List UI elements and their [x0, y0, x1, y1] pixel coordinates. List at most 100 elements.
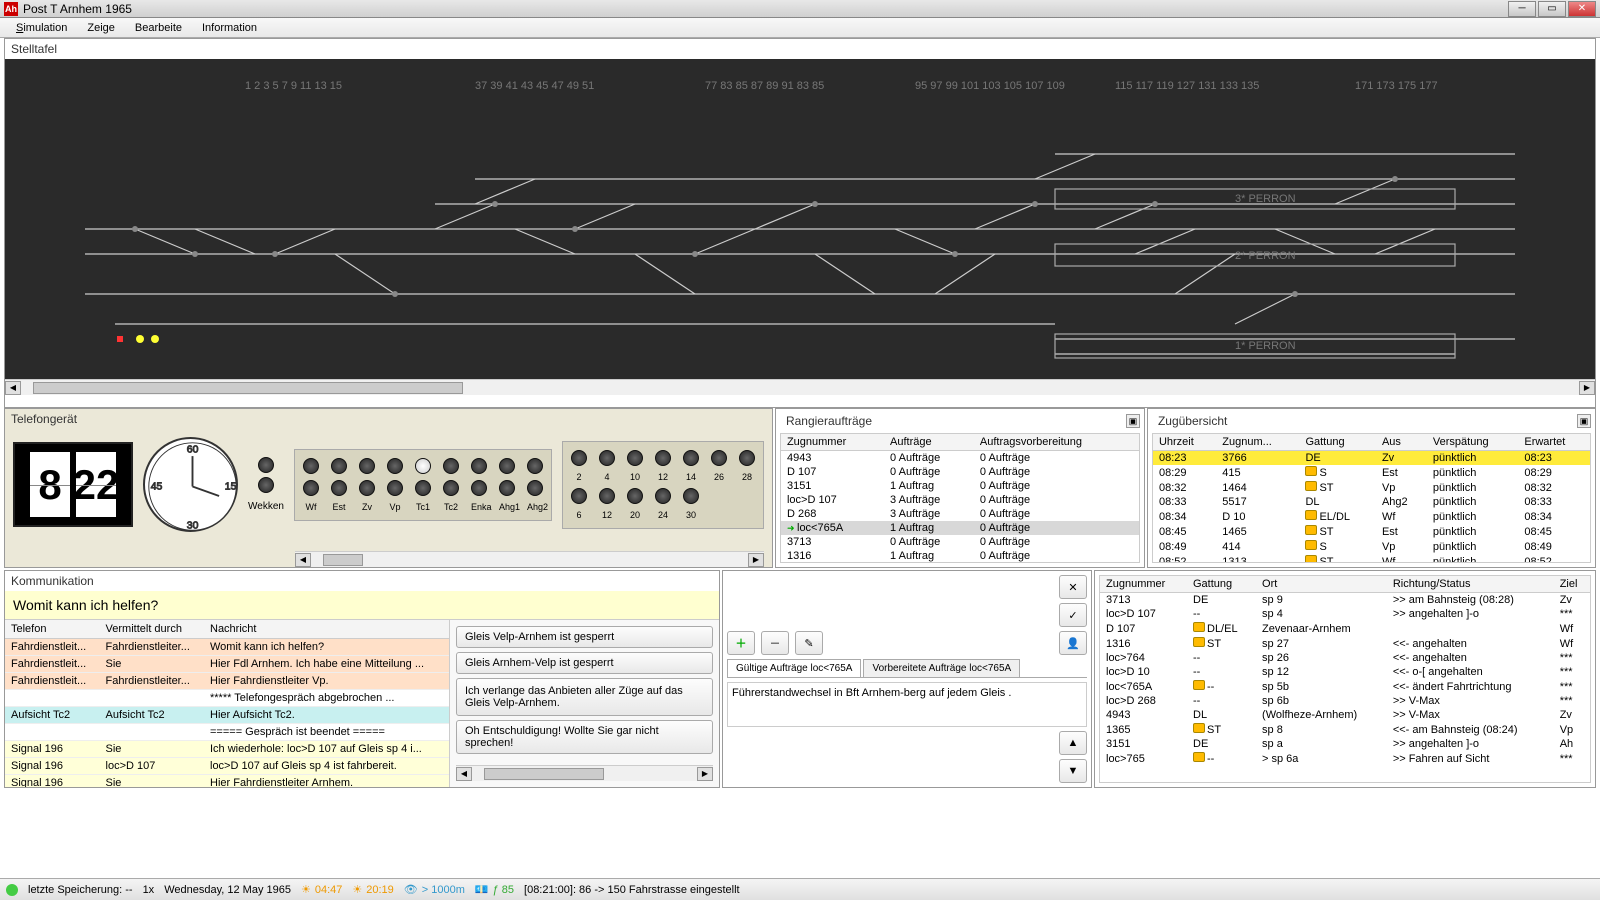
peg-lamp[interactable]: [683, 450, 699, 466]
col-header[interactable]: Auftragsvorbereitung: [974, 434, 1139, 451]
move-up-button[interactable]: ▲: [1059, 731, 1087, 755]
komm-action-button[interactable]: Oh Entschuldigung! Wollte Sie gar nicht …: [456, 720, 713, 754]
menu-bearbeite[interactable]: Bearbeite: [125, 20, 192, 36]
table-row[interactable]: loc>D 10--sp 12<<- o-[ angehalten***: [1100, 665, 1590, 679]
peg-lamp[interactable]: [303, 480, 319, 496]
peg-lamp[interactable]: [655, 450, 671, 466]
log-row[interactable]: Signal 196SieHier Fahrdienstleiter Arnhe…: [5, 775, 449, 788]
scroll-right-arrow[interactable]: ▶: [1579, 381, 1595, 395]
col-header[interactable]: Ziel: [1554, 576, 1590, 593]
peg-lamp[interactable]: [387, 480, 403, 496]
table-row[interactable]: 1365STsp 8<<- am Bahnsteig (08:24)Vp: [1100, 722, 1590, 737]
table-row[interactable]: 31511 Auftrag0 Aufträge: [781, 479, 1139, 493]
tab-vorbereitete[interactable]: Vorbereitete Aufträge loc<765A: [863, 659, 1020, 677]
zug-close[interactable]: ▣: [1577, 414, 1591, 428]
remove-order-button[interactable]: －: [761, 631, 789, 655]
col-header[interactable]: Aufträge: [884, 434, 974, 451]
table-row[interactable]: 08:29415SEstpünktlich08:29: [1153, 465, 1590, 480]
peg-lamp[interactable]: [331, 480, 347, 496]
rangier-table[interactable]: ZugnummerAufträgeAuftragsvorbereitung494…: [780, 433, 1140, 563]
peg-lamp[interactable]: [471, 458, 487, 474]
col-header[interactable]: Zugnum...: [1216, 434, 1299, 451]
peg-lamp[interactable]: [683, 488, 699, 504]
peg-lamp[interactable]: [599, 450, 615, 466]
add-order-button[interactable]: ＋: [727, 631, 755, 655]
col-header[interactable]: Aus: [1376, 434, 1427, 451]
close-button[interactable]: ✕: [1568, 1, 1596, 17]
col-header[interactable]: Gattung: [1299, 434, 1375, 451]
table-row[interactable]: 08:321464STVppünktlich08:32: [1153, 480, 1590, 495]
peg-lamp[interactable]: [443, 458, 459, 474]
actions-scroll[interactable]: ◀▶: [456, 765, 713, 781]
table-row[interactable]: 37130 Aufträge0 Aufträge: [781, 535, 1139, 549]
komm-action-button[interactable]: Gleis Arnhem-Velp ist gesperrt: [456, 652, 713, 674]
table-row[interactable]: loc>D 1073 Aufträge0 Aufträge: [781, 493, 1139, 507]
col-header[interactable]: Telefon: [5, 620, 100, 639]
log-row[interactable]: ===== Gespräch ist beendet =====: [5, 724, 449, 741]
table-row[interactable]: 13161 Auftrag0 Aufträge: [781, 549, 1139, 563]
log-row[interactable]: Fahrdienstleit...SieHier Fdl Arnhem. Ich…: [5, 656, 449, 673]
table-row[interactable]: 08:521313STWfpünktlich08:52: [1153, 554, 1590, 563]
peg-lamp[interactable]: [331, 458, 347, 474]
cancel-order-button[interactable]: ✕: [1059, 575, 1087, 599]
peg-lamp[interactable]: [499, 480, 515, 496]
peg-lamp[interactable]: [387, 458, 403, 474]
peg-lamp[interactable]: [527, 458, 543, 474]
table-row[interactable]: 3713DEsp 9>> am Bahnsteig (08:28)Zv: [1100, 593, 1590, 608]
col-header[interactable]: Uhrzeit: [1153, 434, 1216, 451]
peg-lamp[interactable]: [571, 488, 587, 504]
col-header[interactable]: Erwartet: [1518, 434, 1590, 451]
peg-lamp[interactable]: [499, 458, 515, 474]
col-header[interactable]: Zugnummer: [781, 434, 884, 451]
table-row[interactable]: loc>765--> sp 6a>> Fahren auf Sicht***: [1100, 751, 1590, 766]
table-row[interactable]: D 107DL/ELZevenaar-ArnhemWf: [1100, 621, 1590, 636]
table-row[interactable]: D 1070 Aufträge0 Aufträge: [781, 465, 1139, 479]
table-row[interactable]: 4943DL(Wolfheze-Arnhem)>> V-MaxZv: [1100, 708, 1590, 722]
log-row[interactable]: Aufsicht Tc2Aufsicht Tc2Hier Aufsicht Tc…: [5, 707, 449, 724]
menu-information[interactable]: Information: [192, 20, 267, 36]
log-row[interactable]: Signal 196SieIch wiederhole: loc>D 107 a…: [5, 741, 449, 758]
col-header[interactable]: Richtung/Status: [1387, 576, 1554, 593]
log-row[interactable]: ***** Telefongespräch abgebrochen ...: [5, 690, 449, 707]
col-header[interactable]: Vermittelt durch: [100, 620, 204, 639]
track-scrollbar[interactable]: ◀ ▶: [5, 379, 1595, 395]
zug-table[interactable]: UhrzeitZugnum...GattungAusVerspätungErwa…: [1152, 433, 1591, 563]
table-row[interactable]: loc<765A1 Auftrag0 Aufträge: [781, 521, 1139, 535]
table-row[interactable]: 49430 Aufträge0 Aufträge: [781, 451, 1139, 466]
komm-log[interactable]: TelefonVermittelt durchNachrichtFahrdien…: [5, 620, 450, 787]
peg-lamp[interactable]: [627, 488, 643, 504]
log-row[interactable]: Fahrdienstleit...Fahrdienstleiter...Womi…: [5, 639, 449, 656]
peg-lamp[interactable]: [739, 450, 755, 466]
peg-lamp[interactable]: [471, 480, 487, 496]
table-row[interactable]: 08:451465STEstpünktlich08:45: [1153, 524, 1590, 539]
peg-lamp[interactable]: [359, 480, 375, 496]
maximize-button[interactable]: ▭: [1538, 1, 1566, 17]
peg-lamp[interactable]: [415, 458, 431, 474]
col-header[interactable]: Gattung: [1187, 576, 1256, 593]
table-row[interactable]: loc>D 107--sp 4>> angehalten ]-o***: [1100, 607, 1590, 621]
peg-lamp[interactable]: [711, 450, 727, 466]
table-row[interactable]: 08:49414SVppünktlich08:49: [1153, 539, 1590, 554]
peg-lamp[interactable]: [655, 488, 671, 504]
move-down-button[interactable]: ▼: [1059, 759, 1087, 783]
table-row[interactable]: 08:34D 10EL/DLWfpünktlich08:34: [1153, 509, 1590, 524]
col-header[interactable]: Zugnummer: [1100, 576, 1187, 593]
col-header[interactable]: Nachricht: [204, 620, 449, 639]
komm-action-button[interactable]: Gleis Velp-Arnhem ist gesperrt: [456, 626, 713, 648]
table-row[interactable]: loc>D 268--sp 6b>> V-Max***: [1100, 694, 1590, 708]
table-row[interactable]: D 2683 Aufträge0 Aufträge: [781, 507, 1139, 521]
peg-lamp[interactable]: [415, 480, 431, 496]
minimize-button[interactable]: ─: [1508, 1, 1536, 17]
tab-gueltige[interactable]: Gültige Aufträge loc<765A: [727, 659, 861, 677]
col-header[interactable]: Verspätung: [1427, 434, 1518, 451]
sound-icon[interactable]: [6, 884, 18, 896]
peg-lamp[interactable]: [627, 450, 643, 466]
zug-status-table[interactable]: ZugnummerGattungOrtRichtung/StatusZiel37…: [1099, 575, 1591, 783]
menu-zeige[interactable]: Zeige: [77, 20, 125, 36]
table-row[interactable]: 08:233766DEZvpünktlich08:23: [1153, 451, 1590, 466]
komm-action-button[interactable]: Ich verlange das Anbieten aller Züge auf…: [456, 678, 713, 716]
wekken-switch[interactable]: [258, 477, 274, 493]
peg-lamp[interactable]: [303, 458, 319, 474]
scroll-left-arrow[interactable]: ◀: [5, 381, 21, 395]
table-row[interactable]: 1316STsp 27<<- angehaltenWf: [1100, 636, 1590, 651]
